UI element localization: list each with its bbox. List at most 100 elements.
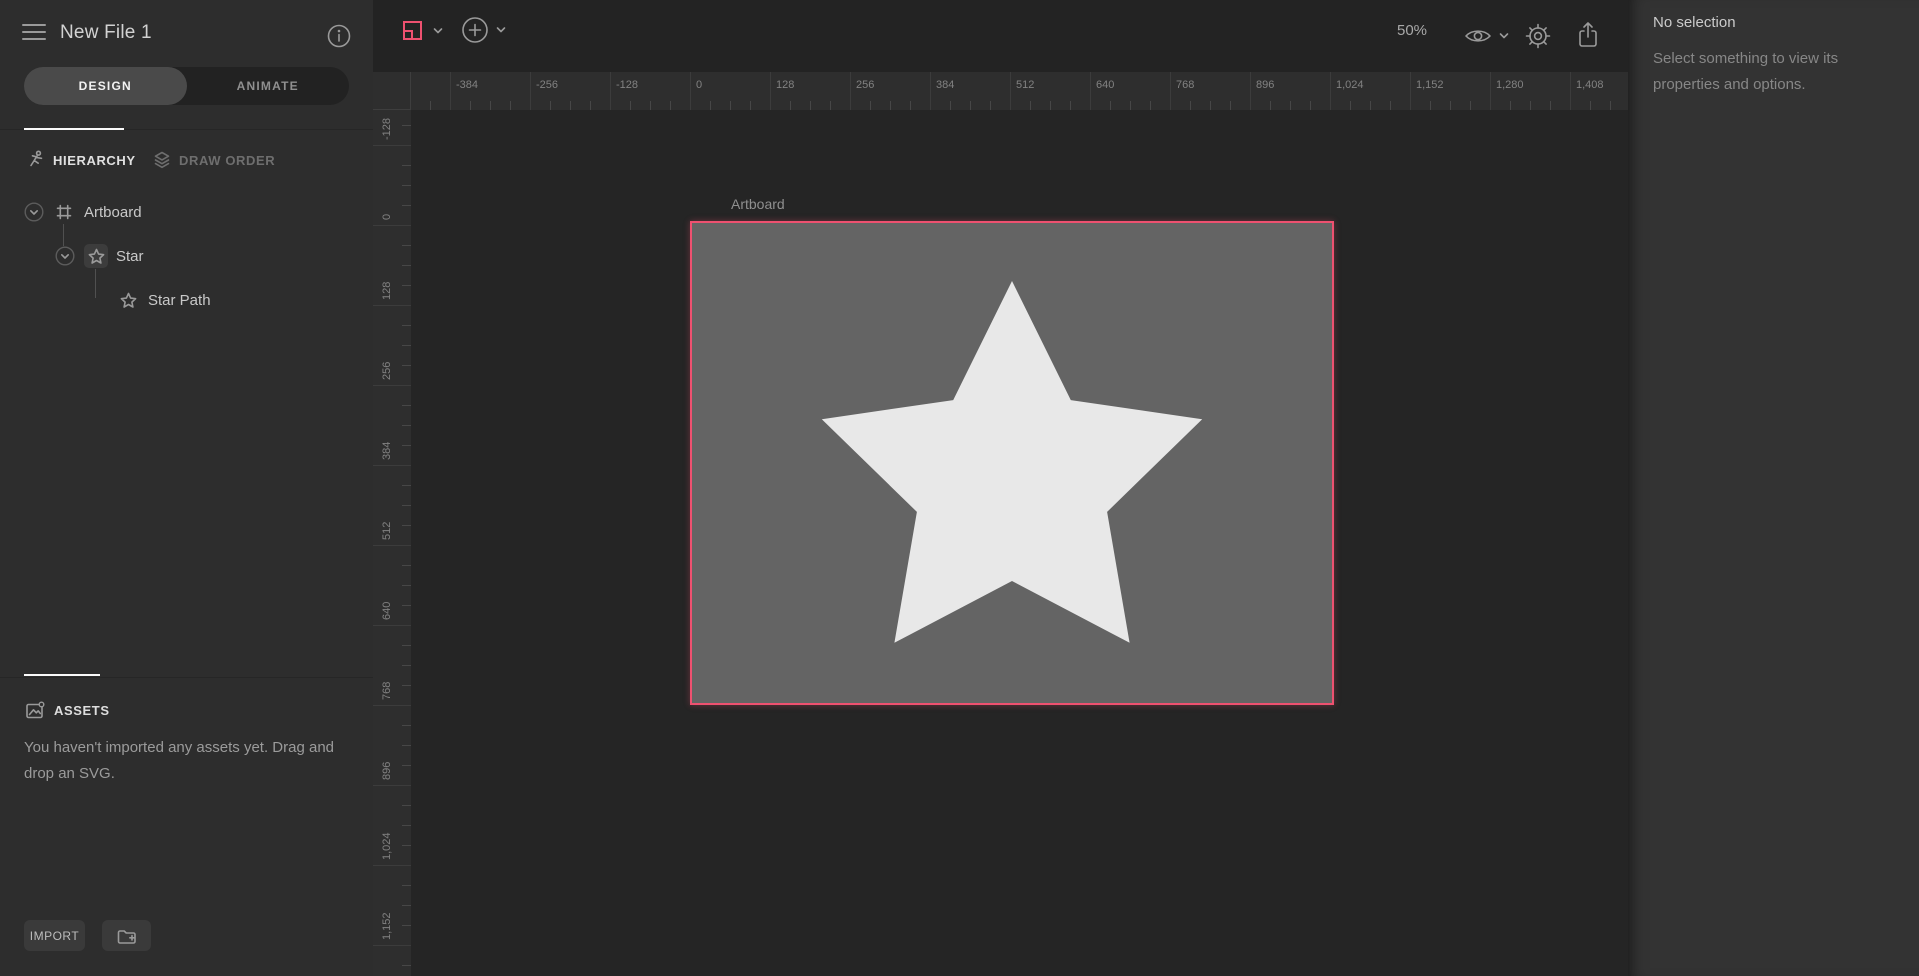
ruler-minor-tick: [402, 525, 411, 526]
tree-row-star[interactable]: Star: [55, 243, 144, 269]
plus-circle-icon: [461, 16, 489, 44]
artboard-tool-icon: [400, 18, 426, 44]
ruler-minor-tick: [1150, 101, 1151, 110]
assets-empty-message: You haven't imported any assets yet. Dra…: [24, 735, 346, 787]
ruler-minor-tick: [1210, 101, 1211, 110]
canvas-viewport[interactable]: Artboard: [411, 110, 1628, 976]
ruler-major-tick: [373, 945, 411, 946]
ruler-minor-tick: [402, 585, 411, 586]
hierarchy-icon: [26, 150, 46, 170]
ruler-minor-tick: [402, 965, 411, 966]
canvas-toolbar: 50%: [373, 0, 1628, 72]
ruler-minor-tick: [650, 101, 651, 110]
artboard-canvas-label[interactable]: Artboard: [731, 196, 785, 212]
chevron-down-icon[interactable]: [432, 27, 444, 35]
ruler-major-tick: [373, 785, 411, 786]
ruler-minor-tick: [402, 165, 411, 166]
ruler-minor-tick: [402, 685, 411, 686]
ruler-minor-tick: [402, 245, 411, 246]
zoom-level[interactable]: 50%: [1397, 22, 1427, 39]
ruler-minor-tick: [1350, 101, 1351, 110]
ruler-minor-tick: [402, 425, 411, 426]
settings-button[interactable]: [1524, 22, 1552, 50]
ruler-minor-tick: [950, 101, 951, 110]
tab-draw-order[interactable]: DRAW ORDER: [152, 144, 275, 176]
tab-design[interactable]: DESIGN: [24, 67, 187, 105]
info-button[interactable]: [327, 24, 351, 48]
ruler-minor-tick: [1030, 101, 1031, 110]
ruler-major-tick: [373, 705, 411, 706]
chevron-down-icon[interactable]: [24, 202, 44, 222]
ruler-minor-tick: [1590, 101, 1591, 110]
artboard-tool-button[interactable]: [400, 18, 444, 44]
ruler-minor-tick: [870, 101, 871, 110]
ruler-major-tick: [1090, 72, 1091, 110]
ruler-minor-tick: [402, 185, 411, 186]
tree-row-star-path[interactable]: Star Path: [116, 287, 211, 313]
chevron-down-icon[interactable]: [1498, 32, 1510, 40]
ruler-minor-tick: [402, 765, 411, 766]
ruler-major-tick: [373, 625, 411, 626]
ruler-label: -128: [616, 79, 638, 91]
ruler-minor-tick: [550, 101, 551, 110]
ruler-major-tick: [373, 465, 411, 466]
visibility-options-button[interactable]: [1463, 26, 1510, 46]
ruler-major-tick: [850, 72, 851, 110]
ruler-label: 896: [381, 762, 393, 780]
artboard[interactable]: [690, 221, 1334, 705]
ruler-major-tick: [1490, 72, 1491, 110]
ruler-major-tick: [373, 305, 411, 306]
export-button[interactable]: [1576, 20, 1600, 50]
tab-hierarchy-label: HIERARCHY: [53, 153, 136, 168]
ruler-minor-tick: [470, 101, 471, 110]
chevron-down-icon[interactable]: [495, 26, 507, 34]
ruler-major-tick: [930, 72, 931, 110]
ruler-major-tick: [1570, 72, 1571, 110]
ruler-major-tick: [1170, 72, 1171, 110]
ruler-minor-tick: [710, 101, 711, 110]
ruler-minor-tick: [402, 885, 411, 886]
tree-row-artboard[interactable]: Artboard: [24, 199, 142, 225]
ruler-label: -256: [536, 79, 558, 91]
ruler-minor-tick: [490, 101, 491, 110]
add-shape-tool-button[interactable]: [461, 16, 507, 44]
ruler-vertical: -12801282563845126407688961,0241,152: [373, 110, 411, 976]
tab-draw-order-label: DRAW ORDER: [179, 153, 275, 168]
ruler-minor-tick: [1230, 101, 1231, 110]
chevron-down-icon[interactable]: [55, 246, 75, 266]
ruler-major-tick: [373, 225, 411, 226]
star-shape-svg[interactable]: [690, 221, 1334, 705]
left-panel-header: New File 1: [0, 0, 373, 60]
folder-plus-icon: [116, 927, 138, 945]
ruler-minor-tick: [402, 925, 411, 926]
ruler-label: 128: [381, 282, 393, 300]
ruler-minor-tick: [402, 265, 411, 266]
ruler-minor-tick: [402, 645, 411, 646]
ruler-label: 1,280: [1496, 79, 1524, 91]
hamburger-menu-icon[interactable]: [22, 24, 46, 40]
ruler-major-tick: [373, 145, 411, 146]
tree-connector: [95, 269, 96, 298]
ruler-minor-tick: [510, 101, 511, 110]
ruler-label: -384: [456, 79, 478, 91]
import-button[interactable]: IMPORT: [24, 920, 85, 951]
ruler-major-tick: [1330, 72, 1331, 110]
inspector-title: No selection: [1653, 14, 1736, 31]
ruler-minor-tick: [402, 565, 411, 566]
add-folder-button[interactable]: [102, 920, 151, 951]
ruler-minor-tick: [1470, 101, 1471, 110]
tab-animate[interactable]: ANIMATE: [187, 67, 350, 105]
ruler-minor-tick: [402, 745, 411, 746]
assets-divider: [0, 677, 373, 678]
ruler-minor-tick: [402, 605, 411, 606]
ruler-label: 768: [381, 682, 393, 700]
tab-hierarchy[interactable]: HIERARCHY: [26, 144, 136, 176]
tree-item-label: Star: [116, 248, 144, 265]
ruler-minor-tick: [402, 825, 411, 826]
ruler-label: -128: [381, 118, 393, 140]
ruler-minor-tick: [1110, 101, 1111, 110]
ruler-minor-tick: [570, 101, 571, 110]
ruler-minor-tick: [790, 101, 791, 110]
ruler-minor-tick: [402, 205, 411, 206]
ruler-minor-tick: [402, 665, 411, 666]
